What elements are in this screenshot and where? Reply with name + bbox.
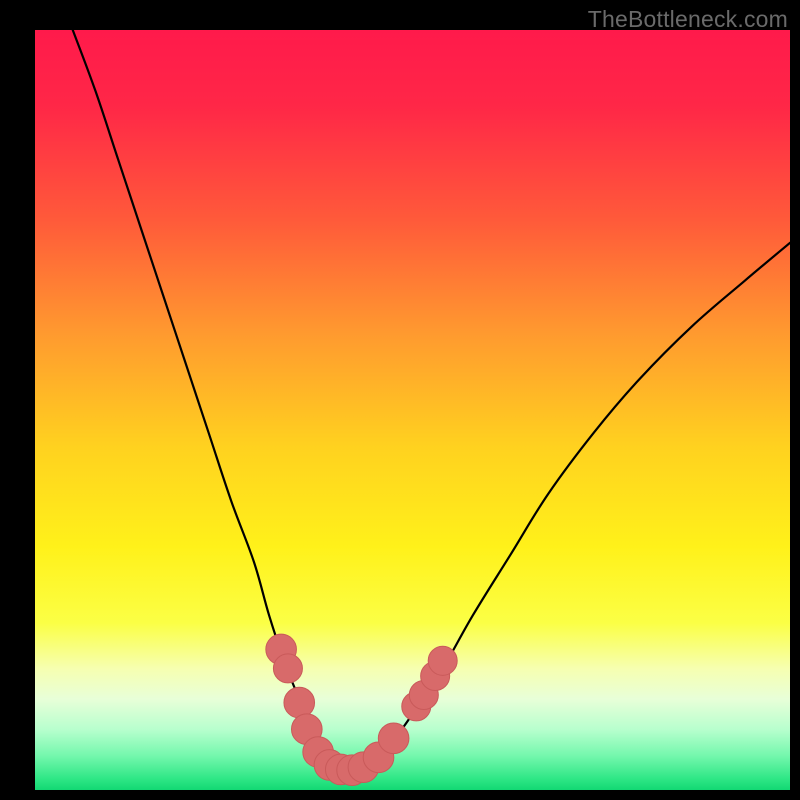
- data-marker: [428, 646, 457, 675]
- gradient-background: [35, 30, 790, 790]
- chart-frame: TheBottleneck.com: [0, 0, 800, 800]
- data-marker: [378, 723, 409, 754]
- data-marker: [284, 687, 315, 718]
- chart-svg: [35, 30, 790, 790]
- plot-area: [35, 30, 790, 790]
- watermark-text: TheBottleneck.com: [588, 6, 788, 33]
- data-marker: [273, 654, 302, 683]
